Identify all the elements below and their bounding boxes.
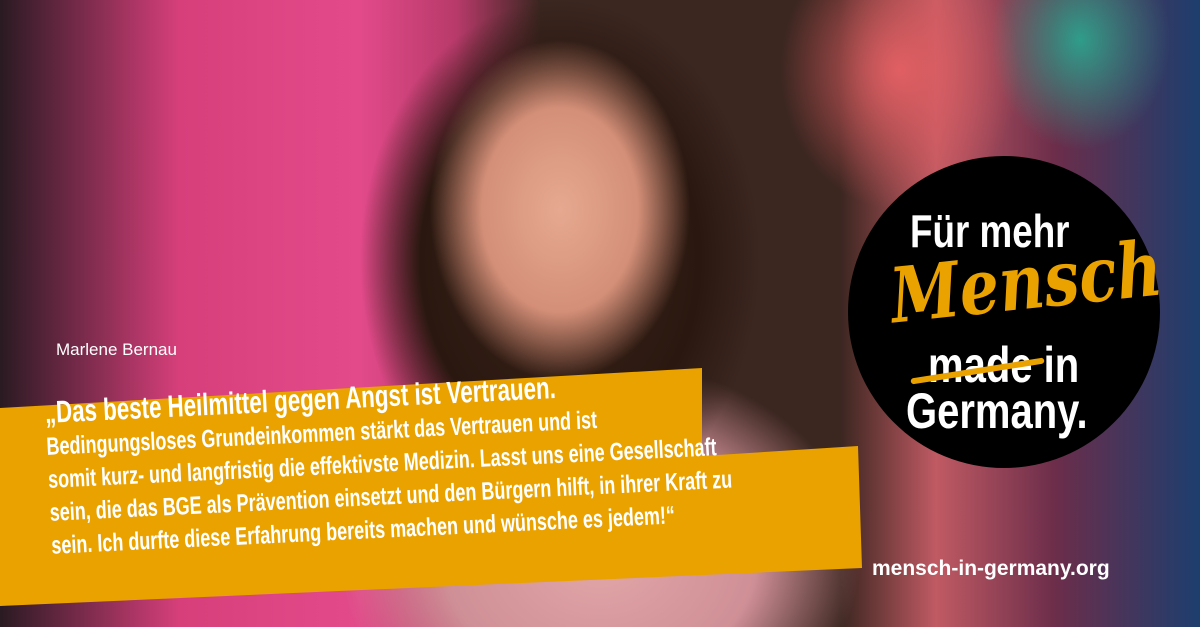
website-link[interactable]: mensch-in-germany.org [872, 557, 1110, 581]
person-name: Marlene Bernau [56, 340, 177, 359]
campaign-badge: Für mehr made in Mensch Germany. [848, 156, 1166, 468]
badge-germany: Germany. [906, 383, 1088, 439]
